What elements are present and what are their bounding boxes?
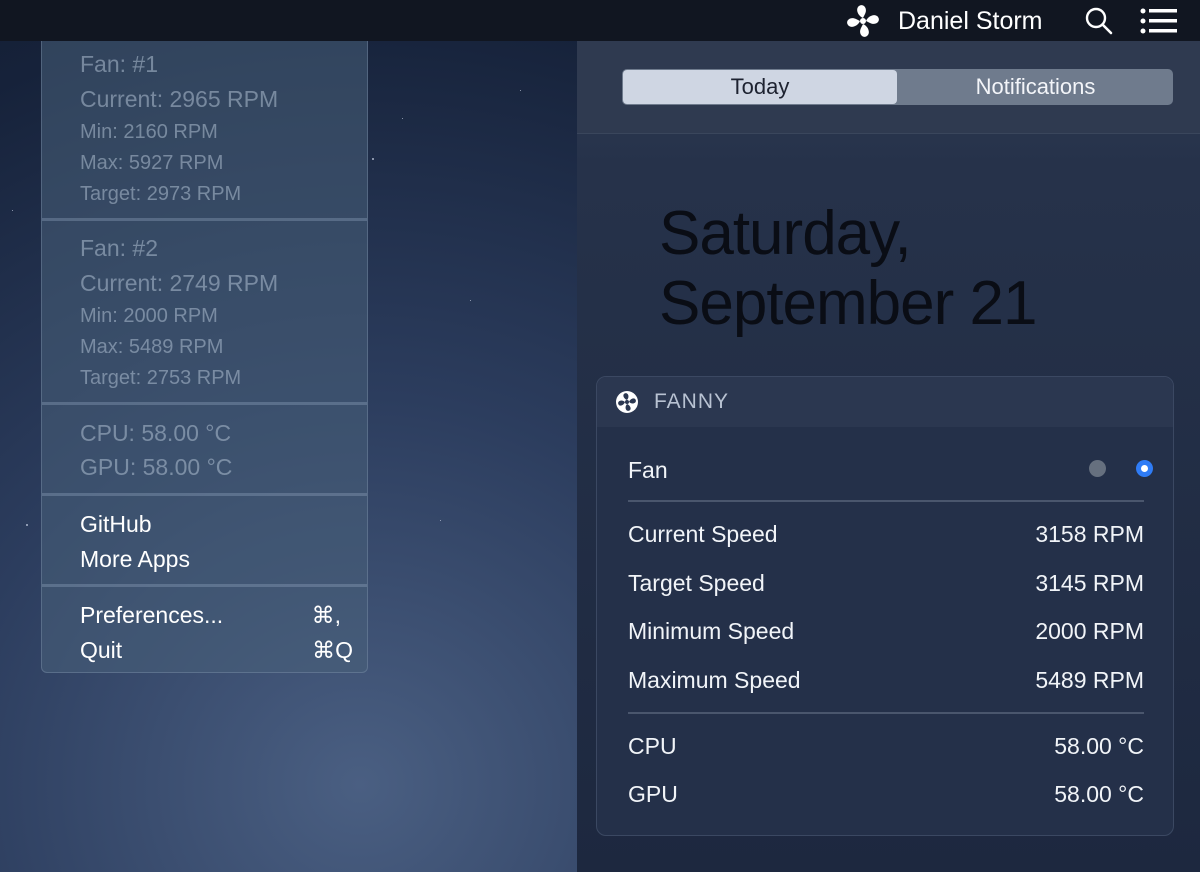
fanny-widget: FANNY Fan Current Speed 3158 RPM Target …: [596, 376, 1174, 836]
maximum-speed-label: Maximum Speed: [628, 667, 801, 693]
gpu-temp: GPU: 58.00 °C: [80, 454, 233, 480]
desktop-star: [402, 118, 403, 119]
date-month-day: September 21: [659, 269, 1037, 338]
quit-shortcut: ⌘Q: [312, 637, 353, 663]
desktop-star: [440, 520, 441, 521]
fan-icon: [616, 391, 638, 413]
gpu-temp-label: GPU: [628, 781, 678, 807]
notification-center-panel: Today Notifications Saturday, September …: [577, 41, 1200, 872]
date-weekday: Saturday,: [659, 199, 912, 268]
target-speed-value: 3145 RPM: [1035, 570, 1144, 596]
cpu-temp-label: CPU: [628, 733, 677, 759]
fan2-min: Min: 2000 RPM: [80, 305, 218, 327]
menu-item-quit[interactable]: Quit: [80, 637, 122, 664]
notification-center-header: Today Notifications: [577, 41, 1200, 134]
widget-separator: [628, 500, 1144, 502]
menu-bar: Daniel Storm: [0, 0, 1200, 41]
menu-item-more-apps[interactable]: More Apps: [80, 546, 190, 573]
fan-1-radio[interactable]: [1089, 460, 1106, 477]
fan-icon[interactable]: [846, 4, 880, 38]
widget-separator: [628, 712, 1144, 714]
menu-item-preferences[interactable]: Preferences...: [80, 602, 223, 629]
tab-notifications[interactable]: Notifications: [898, 69, 1173, 105]
desktop-star: [12, 210, 13, 211]
preferences-shortcut: ⌘,: [311, 602, 341, 628]
desktop-star: [520, 90, 521, 91]
menu-item-github[interactable]: GitHub: [80, 511, 152, 538]
fan-2-radio[interactable]: [1136, 460, 1153, 477]
menu-separator: [42, 584, 367, 587]
fan1-min: Min: 2160 RPM: [80, 121, 218, 143]
widget-header: FANNY: [597, 377, 1173, 427]
cpu-temp: CPU: 58.00 °C: [80, 420, 232, 446]
menu-separator: [42, 218, 367, 221]
fan1-current: Current: 2965 RPM: [80, 86, 279, 112]
today-notifications-segmented-control: Today Notifications: [622, 69, 1173, 105]
desktop-star: [470, 300, 471, 301]
fan2-current: Current: 2749 RPM: [80, 270, 279, 296]
fan1-max: Max: 5927 RPM: [80, 152, 224, 174]
today-date: Saturday, September 21: [659, 199, 1037, 339]
fan2-max: Max: 5489 RPM: [80, 336, 224, 358]
fan2-title: Fan: #2: [80, 235, 158, 261]
notification-center-icon[interactable]: [1140, 8, 1178, 34]
fan1-target: Target: 2973 RPM: [80, 183, 242, 205]
menu-separator: [42, 402, 367, 405]
desktop-star: [372, 158, 374, 160]
fan2-target: Target: 2753 RPM: [80, 367, 242, 389]
desktop-star: [26, 524, 28, 526]
gpu-temp-value: 58.00 °C: [1054, 781, 1144, 807]
user-name[interactable]: Daniel Storm: [898, 6, 1043, 36]
target-speed-label: Target Speed: [628, 570, 765, 596]
tab-today[interactable]: Today: [623, 70, 897, 104]
search-icon[interactable]: [1084, 6, 1114, 36]
maximum-speed-value: 5489 RPM: [1035, 667, 1144, 693]
minimum-speed-value: 2000 RPM: [1035, 618, 1144, 644]
fanny-dropdown-menu: Fan: #1 Current: 2965 RPM Min: 2160 RPM …: [41, 41, 368, 673]
current-speed-value: 3158 RPM: [1035, 521, 1144, 547]
menu-separator: [42, 493, 367, 496]
cpu-temp-value: 58.00 °C: [1054, 733, 1144, 759]
current-speed-label: Current Speed: [628, 521, 778, 547]
fan1-title: Fan: #1: [80, 51, 158, 77]
fan-selector-label: Fan: [628, 457, 668, 483]
widget-title: FANNY: [654, 390, 730, 413]
minimum-speed-label: Minimum Speed: [628, 618, 795, 644]
